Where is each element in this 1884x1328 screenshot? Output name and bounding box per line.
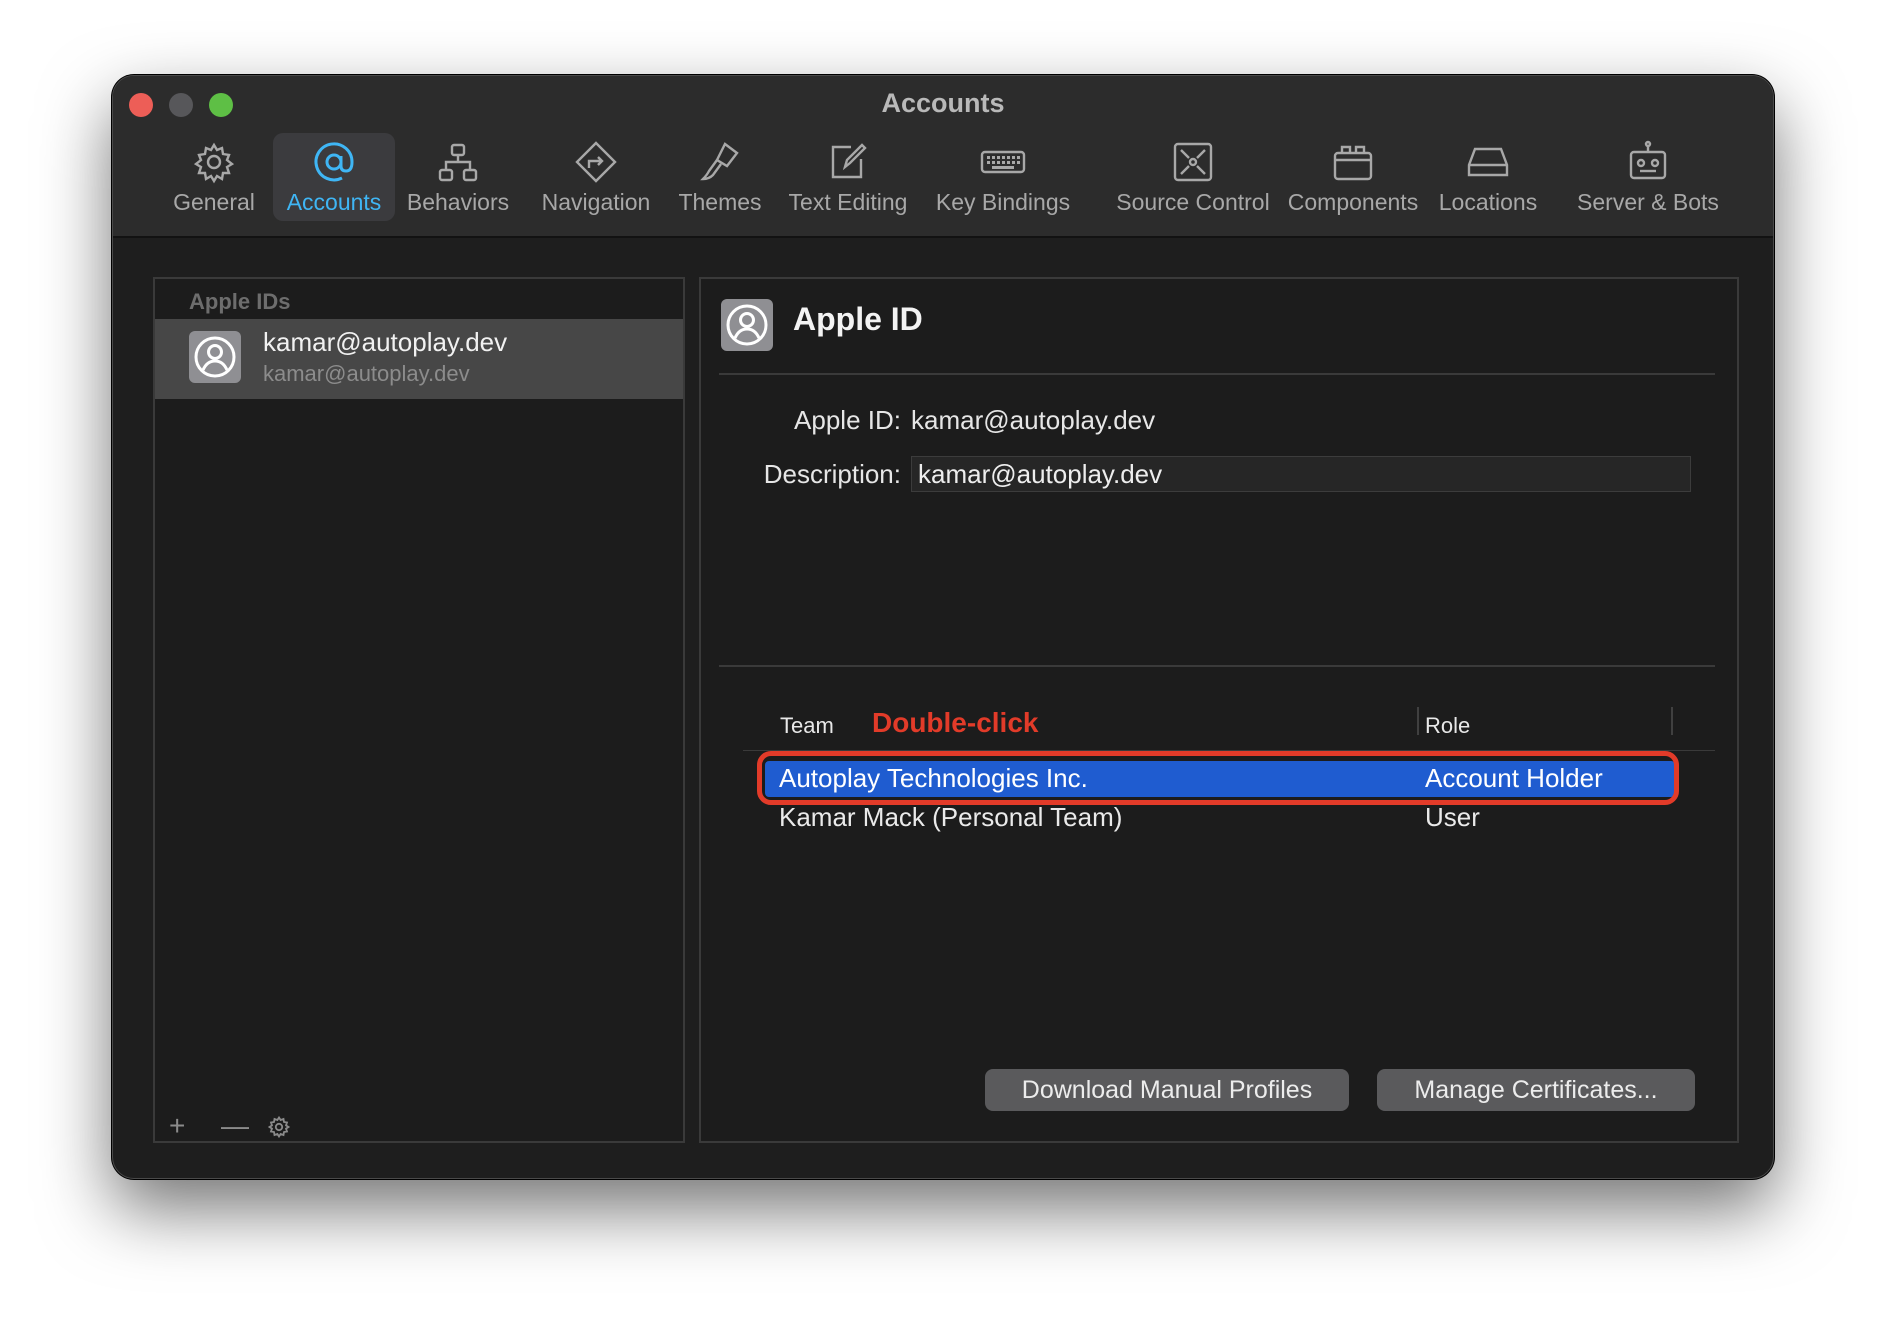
- apple-ids-list: Apple IDs kamar@autoplay.dev kamar@autop…: [153, 277, 685, 1143]
- tab-source-control[interactable]: Source Control: [1093, 133, 1293, 221]
- tab-general-label: General: [173, 189, 255, 215]
- disk-drive-icon: [1465, 139, 1511, 185]
- keyboard-icon: [980, 139, 1026, 185]
- list-header: Apple IDs: [189, 289, 291, 314]
- remove-account-button[interactable]: —: [221, 1112, 249, 1140]
- account-settings-button[interactable]: [267, 1115, 291, 1144]
- account-subtitle: kamar@autoplay.dev: [263, 361, 470, 386]
- role-column-header[interactable]: Role: [1425, 713, 1470, 739]
- brush-icon: [697, 139, 743, 185]
- preferences-window: Accounts General Accounts Behaviors Navi: [112, 75, 1774, 1179]
- components-box-icon: [1330, 139, 1376, 185]
- hierarchy-icon: [435, 139, 481, 185]
- tab-locations-label: Locations: [1438, 189, 1538, 215]
- tab-general[interactable]: General: [159, 133, 269, 221]
- tab-accounts[interactable]: Accounts: [273, 133, 395, 221]
- tab-navigation-label: Navigation: [541, 189, 651, 215]
- apple-id-detail: Apple ID Apple ID: kamar@autoplay.dev De…: [699, 277, 1739, 1143]
- titlebar: Accounts General Accounts Behaviors Navi: [113, 76, 1773, 238]
- window-title: Accounts: [881, 88, 1005, 118]
- manage-certificates-button[interactable]: Manage Certificates...: [1377, 1069, 1695, 1111]
- tab-behaviors[interactable]: Behaviors: [403, 133, 513, 221]
- tab-accounts-label: Accounts: [286, 189, 382, 215]
- apple-id-label: Apple ID:: [794, 405, 901, 435]
- description-label: Description:: [763, 459, 901, 489]
- annotation-label: Double-click: [872, 707, 1039, 738]
- robot-icon: [1625, 139, 1671, 185]
- tab-server-bots-label: Server & Bots: [1577, 189, 1719, 215]
- tab-locations[interactable]: Locations: [1433, 133, 1543, 221]
- at-sign-icon: [311, 139, 357, 185]
- source-control-icon: [1170, 139, 1216, 185]
- account-name: kamar@autoplay.dev: [263, 327, 508, 357]
- person-icon: [726, 304, 768, 346]
- person-icon: [194, 336, 236, 378]
- role-cell: User: [1425, 802, 1480, 832]
- tab-text-editing[interactable]: Text Editing: [783, 133, 913, 221]
- avatar: [721, 299, 773, 351]
- tab-text-editing-label: Text Editing: [788, 189, 908, 215]
- team-cell: Kamar Mack (Personal Team): [779, 802, 1123, 832]
- apple-id-value: kamar@autoplay.dev: [911, 405, 1156, 435]
- tab-navigation[interactable]: Navigation: [531, 133, 661, 221]
- detail-title: Apple ID: [793, 301, 923, 337]
- navigation-diamond-icon: [573, 139, 619, 185]
- annotation-highlight-box: [757, 751, 1679, 805]
- tab-components-label: Components: [1287, 189, 1419, 215]
- download-manual-profiles-button[interactable]: Download Manual Profiles: [985, 1069, 1349, 1111]
- tab-server-bots[interactable]: Server & Bots: [1568, 133, 1728, 221]
- list-item-account[interactable]: kamar@autoplay.dev kamar@autoplay.dev: [155, 319, 683, 399]
- gear-icon: [191, 139, 237, 185]
- tab-behaviors-label: Behaviors: [406, 189, 510, 215]
- table-row[interactable]: Kamar Mack (Personal Team) User: [765, 800, 1675, 836]
- divider: [719, 665, 1715, 667]
- tab-key-bindings-label: Key Bindings: [935, 189, 1071, 215]
- description-field[interactable]: [911, 456, 1691, 492]
- team-column-header[interactable]: Team: [780, 713, 834, 739]
- tab-key-bindings[interactable]: Key Bindings: [933, 133, 1073, 221]
- column-divider[interactable]: [1671, 707, 1673, 735]
- gear-icon: [267, 1115, 291, 1139]
- tab-themes[interactable]: Themes: [665, 133, 775, 221]
- edit-pencil-icon: [825, 139, 871, 185]
- tab-themes-label: Themes: [678, 189, 762, 215]
- tab-source-control-label: Source Control: [1116, 189, 1270, 215]
- add-account-button[interactable]: +: [169, 1112, 185, 1140]
- avatar: [189, 331, 241, 383]
- column-divider[interactable]: [1417, 707, 1419, 735]
- tab-components[interactable]: Components: [1278, 133, 1428, 221]
- divider: [719, 373, 1715, 375]
